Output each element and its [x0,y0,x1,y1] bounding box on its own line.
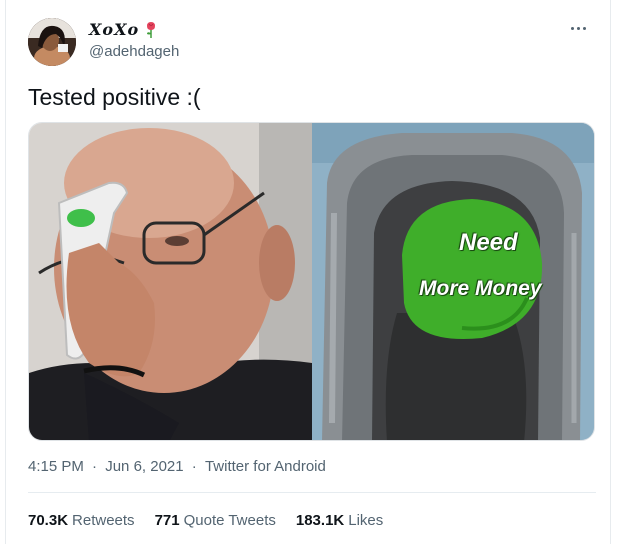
likes-count: 183.1K [295,512,345,529]
retweets-label: Retweets [72,512,135,529]
tweet-text: Tested positive :( [28,84,201,110]
media-image-left[interactable] [29,123,312,440]
retweets-count: 70.3K [28,512,69,529]
tweet-stats: 70.3K Retweets 771 Quote Tweets 183.1K L… [28,512,383,529]
profile-photo-icon [28,18,76,66]
divider [28,492,596,493]
tweet-date[interactable]: Jun 6, 2021 [105,458,183,475]
tweet-meta: 4:15 PM · Jun 6, 2021 · Twitter for Andr… [28,458,326,475]
meta-separator: · [92,458,98,475]
thermometer-photo-icon [29,123,312,440]
overlay-text-need: Need [459,229,518,256]
quote-tweets-stat[interactable]: 771 Quote Tweets [155,512,276,529]
tweet-card: XoXo @adehdageh Tested positive :(Need … [5,0,611,544]
retweets-stat[interactable]: 70.3K Retweets [28,512,135,529]
more-options-icon[interactable] [568,22,588,34]
tweet-media[interactable]: Need More Money [28,122,595,441]
quote-tweets-label: Quote Tweets [183,512,276,529]
media-image-right[interactable]: Need More Money [312,123,594,440]
tweet-source[interactable]: Twitter for Android [205,458,326,475]
author-handle[interactable]: @adehdageh [89,43,179,60]
overlay-text-more-money: More Money [419,277,542,300]
rose-icon [147,21,156,38]
likes-label: Likes [348,512,384,529]
likes-stat[interactable]: 183.1K Likes [296,512,383,529]
author-display-name[interactable]: XoXo [89,20,139,39]
meta-separator: · [191,458,197,475]
avatar[interactable] [28,18,76,66]
tweet-time[interactable]: 4:15 PM [28,458,84,475]
quote-tweets-count: 771 [154,512,180,529]
